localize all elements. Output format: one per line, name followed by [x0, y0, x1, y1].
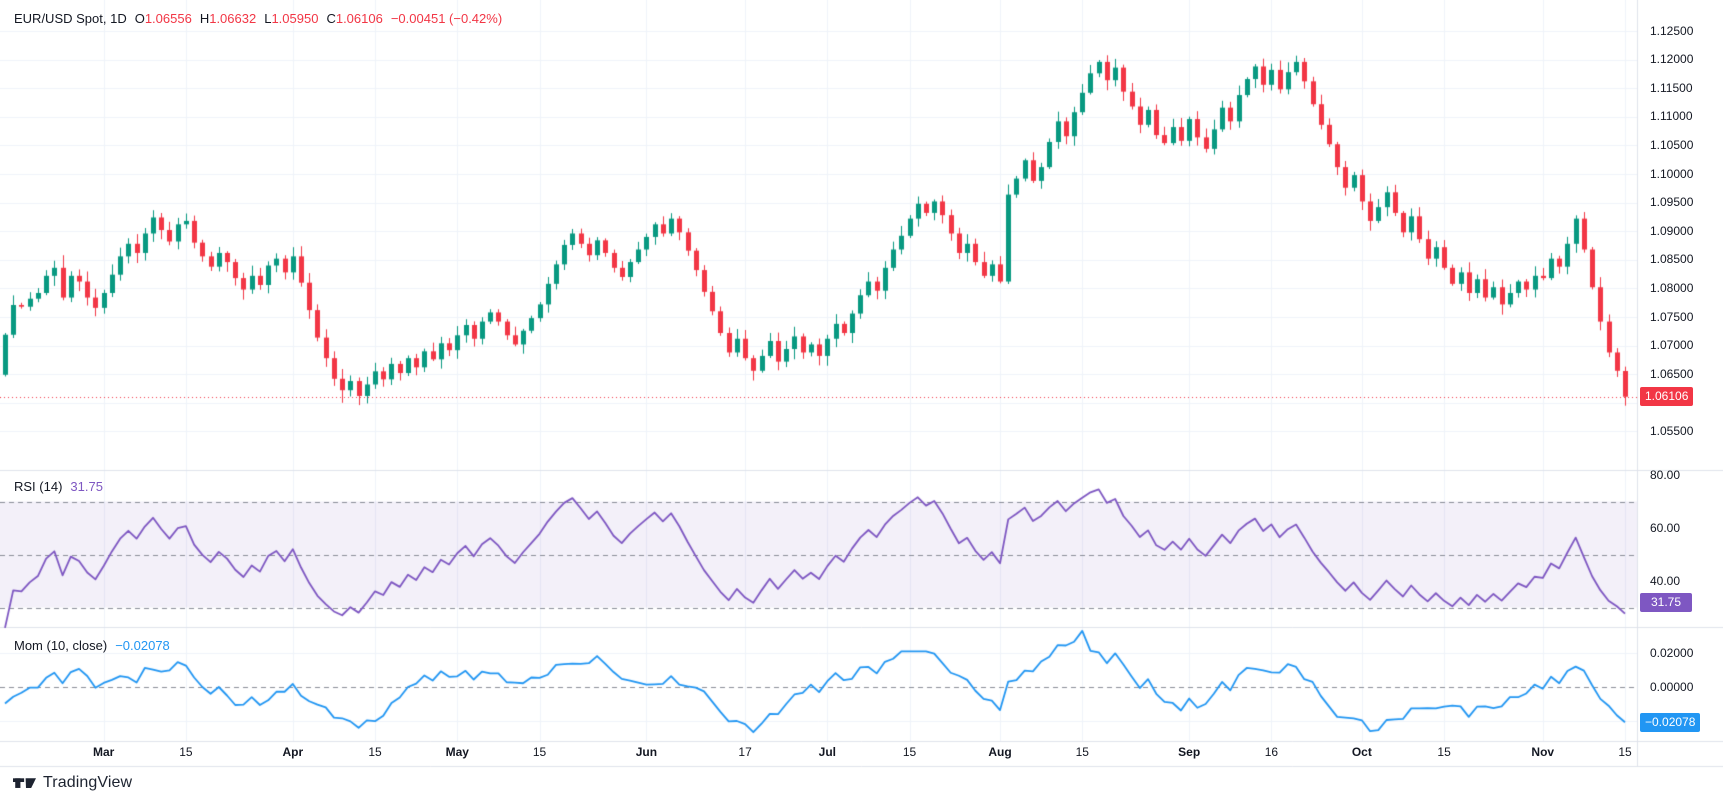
change-value: −0.00451 (−0.42%): [391, 11, 502, 26]
last-price-badge: 1.06106: [1640, 387, 1693, 406]
symbol-title[interactable]: EUR/USD Spot, 1D: [14, 11, 127, 26]
rsi-indicator-value: 31.75: [70, 479, 103, 494]
rsi-indicator-title[interactable]: RSI (14): [14, 479, 62, 494]
momentum-indicator-value: −0.02078: [115, 638, 170, 653]
symbol-header: EUR/USD Spot, 1D O1.06556 H1.06632 L1.05…: [14, 11, 502, 26]
tradingview-chart-widget: EUR/USD Spot, 1D O1.06556 H1.06632 L1.05…: [0, 0, 1723, 803]
rsi-value-badge: 31.75: [1640, 593, 1692, 612]
rsi-pane-header: RSI (14) 31.75: [14, 479, 103, 494]
tradingview-logo[interactable]: TradingView: [13, 774, 132, 792]
ohlc-open: O1.06556: [135, 11, 192, 26]
momentum-pane-header: Mom (10, close) −0.02078: [14, 638, 170, 653]
tradingview-logo-icon: [13, 776, 36, 791]
momentum-indicator-title[interactable]: Mom (10, close): [14, 638, 107, 653]
ohlc-close: C1.06106: [326, 11, 382, 26]
tradingview-logo-text: TradingView: [43, 774, 132, 792]
ohlc-high: H1.06632: [200, 11, 256, 26]
momentum-value-badge: −0.02078: [1640, 713, 1700, 732]
ohlc-low: L1.05950: [264, 11, 318, 26]
chart-canvas[interactable]: [0, 0, 1723, 803]
